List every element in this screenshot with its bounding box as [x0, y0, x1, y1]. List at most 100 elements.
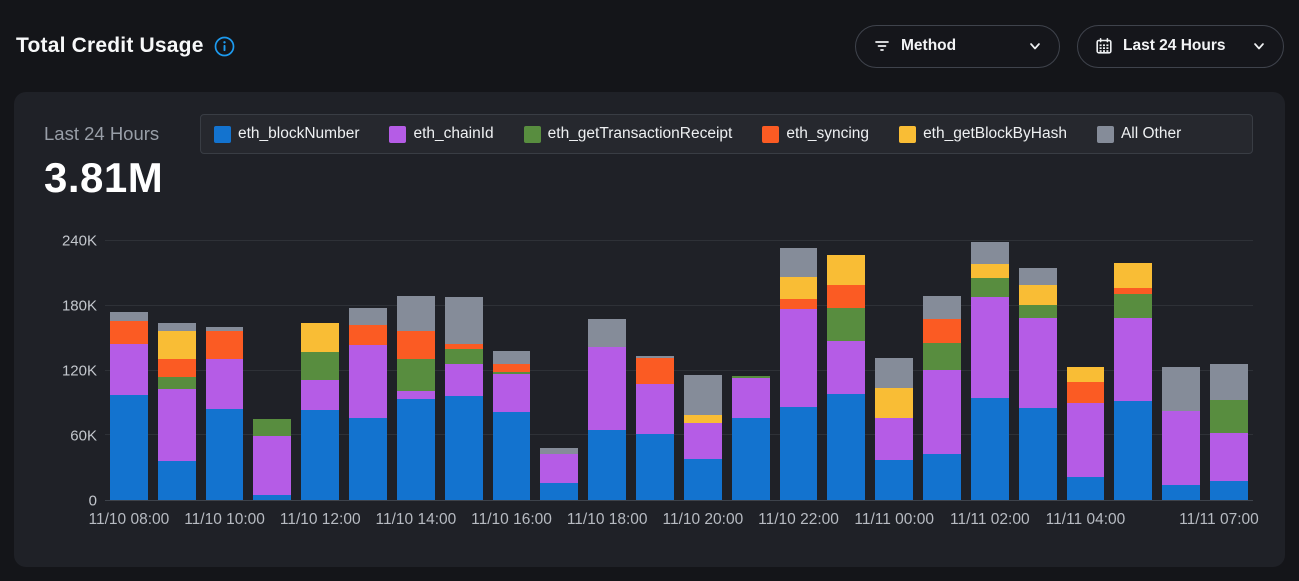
bar-segment-eth_chainId[interactable] [1067, 403, 1105, 477]
bar-segment-eth_blockNumber[interactable] [588, 430, 626, 500]
bar-segment-eth_getBlockByHash[interactable] [684, 415, 722, 424]
legend-item-All Other[interactable]: All Other [1097, 125, 1181, 143]
bar-segment-eth_blockNumber[interactable] [158, 461, 196, 500]
bar-segment-All Other[interactable] [445, 297, 483, 343]
bar-column[interactable] [110, 239, 148, 500]
bar-segment-eth_getTransactionReceipt[interactable] [923, 343, 961, 370]
bar-segment-eth_getBlockByHash[interactable] [971, 264, 1009, 278]
bar-segment-eth_getTransactionReceipt[interactable] [445, 349, 483, 364]
bar-segment-eth_blockNumber[interactable] [923, 454, 961, 500]
bar-column[interactable] [493, 239, 531, 500]
bar-segment-eth_chainId[interactable] [445, 364, 483, 396]
bar-segment-eth_getBlockByHash[interactable] [780, 277, 818, 300]
bar-column[interactable] [588, 239, 626, 500]
legend-item-eth_syncing[interactable]: eth_syncing [762, 125, 869, 143]
legend-item-eth_chainId[interactable]: eth_chainId [389, 125, 493, 143]
bar-column[interactable] [1114, 239, 1152, 500]
bar-segment-eth_getBlockByHash[interactable] [158, 331, 196, 359]
bar-column[interactable] [158, 239, 196, 500]
bar-segment-All Other[interactable] [110, 312, 148, 321]
bar-segment-eth_chainId[interactable] [971, 297, 1009, 397]
bar-segment-eth_chainId[interactable] [158, 389, 196, 461]
bar-segment-eth_chainId[interactable] [253, 436, 291, 494]
bar-column[interactable] [349, 239, 387, 500]
bar-segment-eth_blockNumber[interactable] [493, 412, 531, 500]
bar-column[interactable] [1019, 239, 1057, 500]
info-icon[interactable] [214, 36, 235, 57]
bar-segment-eth_chainId[interactable] [206, 359, 244, 410]
bar-segment-eth_getBlockByHash[interactable] [827, 255, 865, 285]
bar-segment-eth_blockNumber[interactable] [1067, 477, 1105, 500]
bar-segment-eth_blockNumber[interactable] [110, 395, 148, 500]
bar-segment-eth_getTransactionReceipt[interactable] [1114, 294, 1152, 318]
bar-segment-eth_syncing[interactable] [923, 319, 961, 343]
bar-column[interactable] [636, 239, 674, 500]
bar-segment-eth_blockNumber[interactable] [397, 399, 435, 500]
bar-column[interactable] [206, 239, 244, 500]
legend-item-eth_getBlockByHash[interactable]: eth_getBlockByHash [899, 125, 1067, 143]
bar-segment-All Other[interactable] [875, 358, 913, 388]
bar-segment-All Other[interactable] [1019, 268, 1057, 285]
bar-column[interactable] [301, 239, 339, 500]
bar-segment-eth_getTransactionReceipt[interactable] [158, 377, 196, 389]
bar-segment-eth_getBlockByHash[interactable] [875, 388, 913, 418]
bar-segment-eth_syncing[interactable] [206, 331, 244, 359]
bar-segment-eth_blockNumber[interactable] [349, 418, 387, 500]
bar-column[interactable] [971, 239, 1009, 500]
bar-column[interactable] [875, 239, 913, 500]
bar-segment-eth_syncing[interactable] [493, 364, 531, 372]
bar-segment-eth_chainId[interactable] [349, 345, 387, 418]
bar-column[interactable] [684, 239, 722, 500]
bar-segment-eth_chainId[interactable] [923, 370, 961, 454]
bar-segment-eth_getTransactionReceipt[interactable] [1210, 400, 1248, 433]
bar-column[interactable] [827, 239, 865, 500]
bar-column[interactable] [1210, 239, 1248, 500]
bar-segment-eth_chainId[interactable] [732, 378, 770, 418]
bar-segment-eth_getBlockByHash[interactable] [1067, 367, 1105, 382]
bar-segment-eth_getTransactionReceipt[interactable] [301, 352, 339, 380]
bar-column[interactable] [923, 239, 961, 500]
bar-column[interactable] [1067, 239, 1105, 500]
bar-segment-eth_getTransactionReceipt[interactable] [253, 419, 291, 436]
bar-segment-eth_getBlockByHash[interactable] [1019, 285, 1057, 304]
bar-segment-eth_blockNumber[interactable] [540, 483, 578, 500]
bar-segment-eth_syncing[interactable] [827, 285, 865, 308]
bar-segment-eth_getBlockByHash[interactable] [1114, 263, 1152, 288]
bar-segment-eth_chainId[interactable] [780, 309, 818, 407]
bar-segment-eth_blockNumber[interactable] [1019, 408, 1057, 500]
bar-segment-eth_chainId[interactable] [1210, 433, 1248, 480]
bar-segment-eth_blockNumber[interactable] [1114, 401, 1152, 500]
bar-segment-eth_blockNumber[interactable] [732, 418, 770, 500]
bar-segment-All Other[interactable] [780, 248, 818, 277]
bar-segment-All Other[interactable] [971, 242, 1009, 264]
bar-segment-eth_blockNumber[interactable] [875, 460, 913, 500]
bar-segment-eth_blockNumber[interactable] [780, 407, 818, 500]
bar-segment-eth_syncing[interactable] [158, 359, 196, 377]
bar-segment-All Other[interactable] [923, 296, 961, 319]
bar-segment-eth_syncing[interactable] [636, 358, 674, 384]
bar-column[interactable] [732, 239, 770, 500]
legend-item-eth_getTransactionReceipt[interactable]: eth_getTransactionReceipt [524, 125, 733, 143]
bar-segment-eth_getTransactionReceipt[interactable] [1019, 305, 1057, 318]
bar-segment-eth_chainId[interactable] [301, 380, 339, 410]
bar-segment-eth_chainId[interactable] [588, 347, 626, 430]
bar-segment-eth_blockNumber[interactable] [1210, 481, 1248, 500]
bar-segment-eth_chainId[interactable] [875, 418, 913, 460]
bar-segment-All Other[interactable] [684, 375, 722, 415]
bar-segment-eth_syncing[interactable] [397, 331, 435, 359]
bar-segment-eth_chainId[interactable] [1162, 411, 1200, 485]
bar-segment-eth_blockNumber[interactable] [301, 410, 339, 500]
bar-segment-eth_chainId[interactable] [540, 454, 578, 483]
bar-segment-eth_getTransactionReceipt[interactable] [397, 359, 435, 391]
bar-segment-eth_chainId[interactable] [636, 384, 674, 435]
bar-segment-eth_chainId[interactable] [397, 391, 435, 399]
bar-column[interactable] [1162, 239, 1200, 500]
bar-segment-All Other[interactable] [158, 323, 196, 331]
time-range-dropdown[interactable]: Last 24 Hours [1077, 25, 1284, 68]
bar-segment-eth_chainId[interactable] [827, 341, 865, 394]
bar-segment-All Other[interactable] [349, 308, 387, 325]
bar-segment-All Other[interactable] [1210, 364, 1248, 400]
bar-segment-eth_blockNumber[interactable] [206, 409, 244, 500]
bar-segment-eth_chainId[interactable] [493, 374, 531, 412]
bar-segment-eth_blockNumber[interactable] [971, 398, 1009, 500]
